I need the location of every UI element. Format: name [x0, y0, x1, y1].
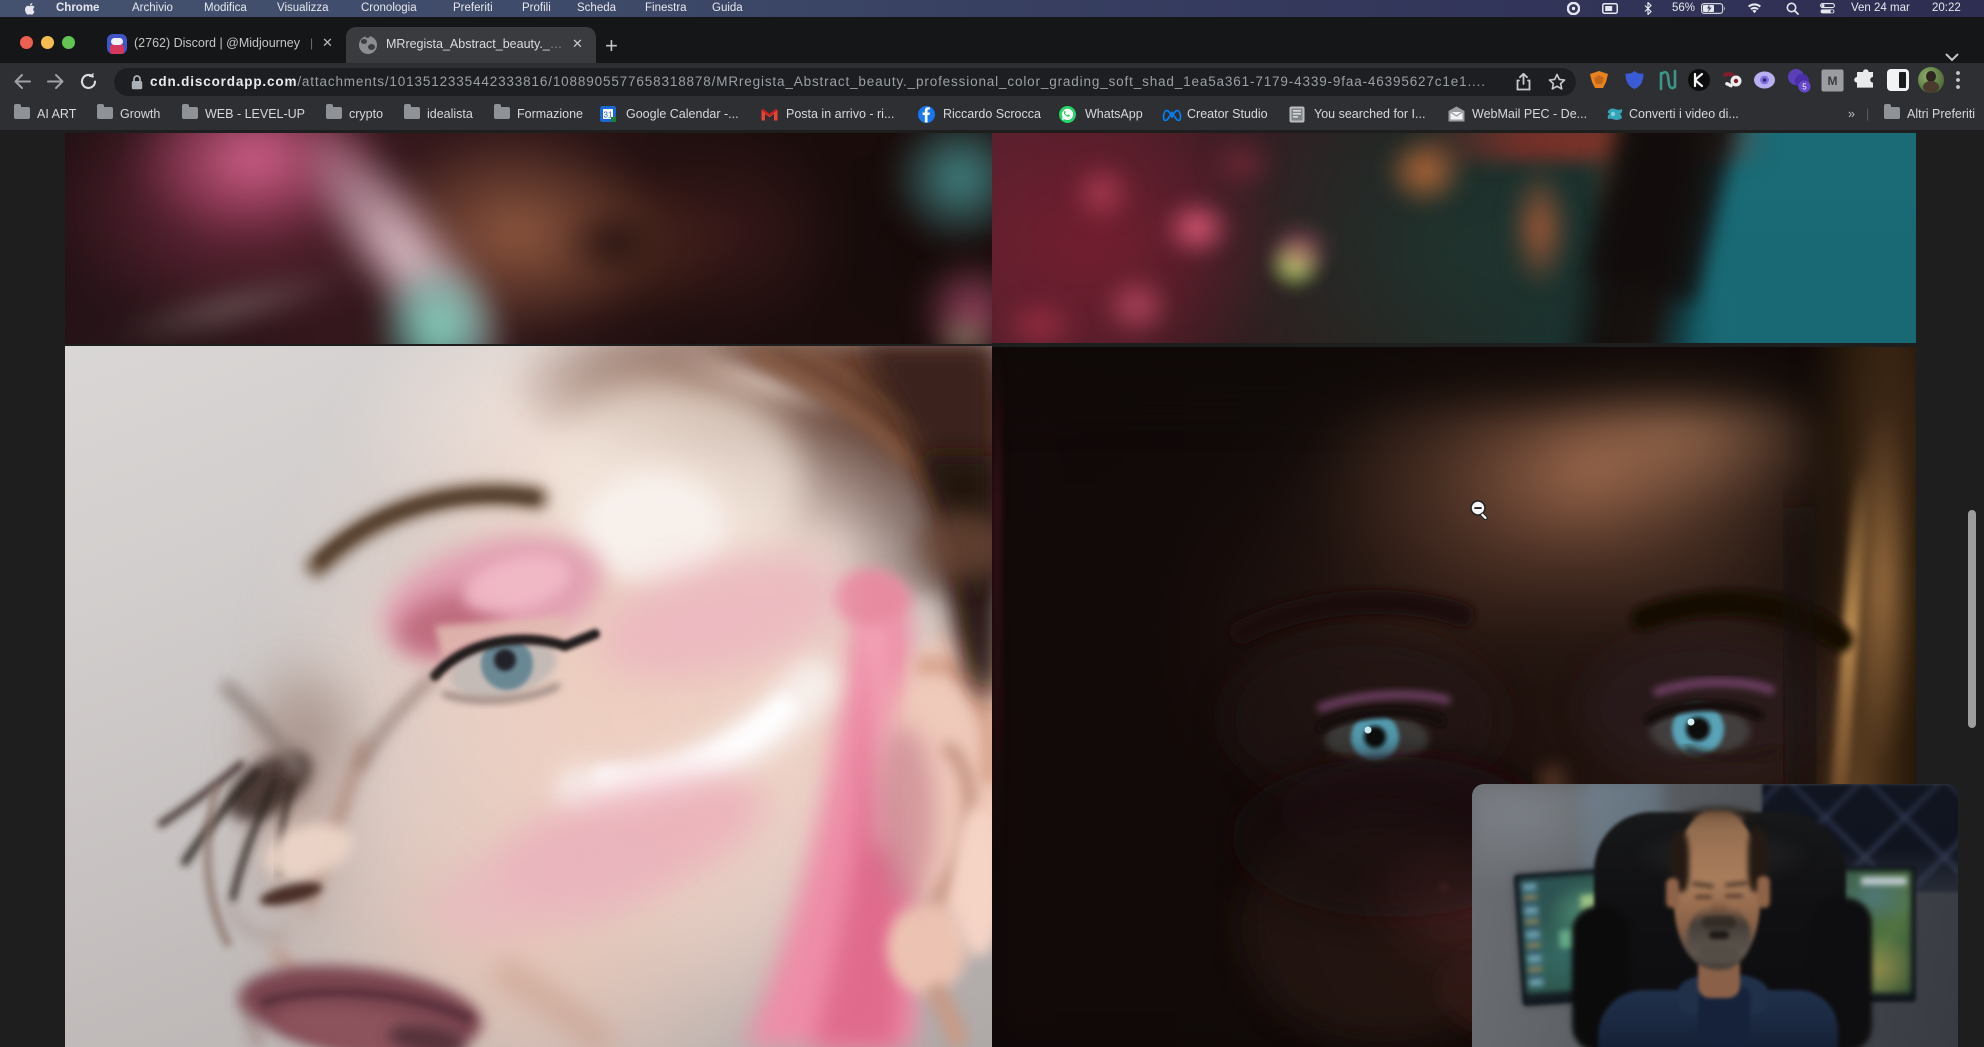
svg-text:5: 5 [1802, 83, 1807, 92]
svg-text:M: M [1828, 74, 1838, 88]
